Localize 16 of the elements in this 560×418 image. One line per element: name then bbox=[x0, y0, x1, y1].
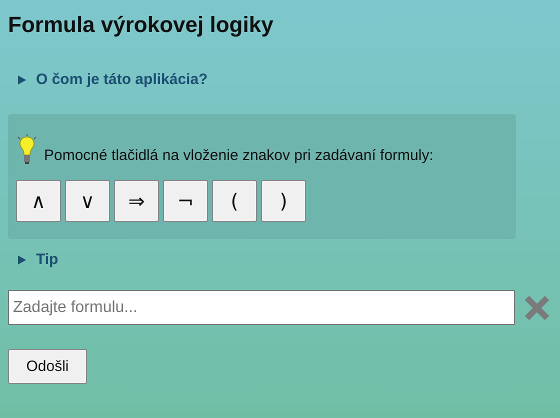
symbol-button[interactable]: ( bbox=[212, 180, 257, 222]
symbol-button[interactable]: ∧ bbox=[16, 180, 61, 222]
symbol-button[interactable]: ∨ bbox=[65, 180, 110, 222]
symbol-button[interactable]: ⇒ bbox=[114, 180, 159, 222]
symbol-button[interactable]: ¬ bbox=[163, 180, 208, 222]
triangle-icon bbox=[18, 74, 27, 84]
page-title: Formula výrokovej logiky bbox=[8, 12, 274, 38]
disclosure-toggle[interactable]: O čom je táto aplikácia? bbox=[18, 71, 208, 88]
triangle-icon bbox=[18, 254, 27, 264]
symbol-button[interactable]: ) bbox=[261, 180, 306, 222]
helper-text: Pomocné tlačidlá na vloženie znakov pri zadávaní formuly: bbox=[44, 147, 434, 166]
submit-button[interactable]: Odošli bbox=[8, 349, 87, 384]
formula-field[interactable]: Zadajte formulu... bbox=[8, 290, 515, 325]
lightbulb-icon bbox=[16, 134, 38, 166]
disclosure-toggle[interactable]: Tip bbox=[18, 251, 58, 268]
close-icon[interactable] bbox=[523, 294, 551, 322]
